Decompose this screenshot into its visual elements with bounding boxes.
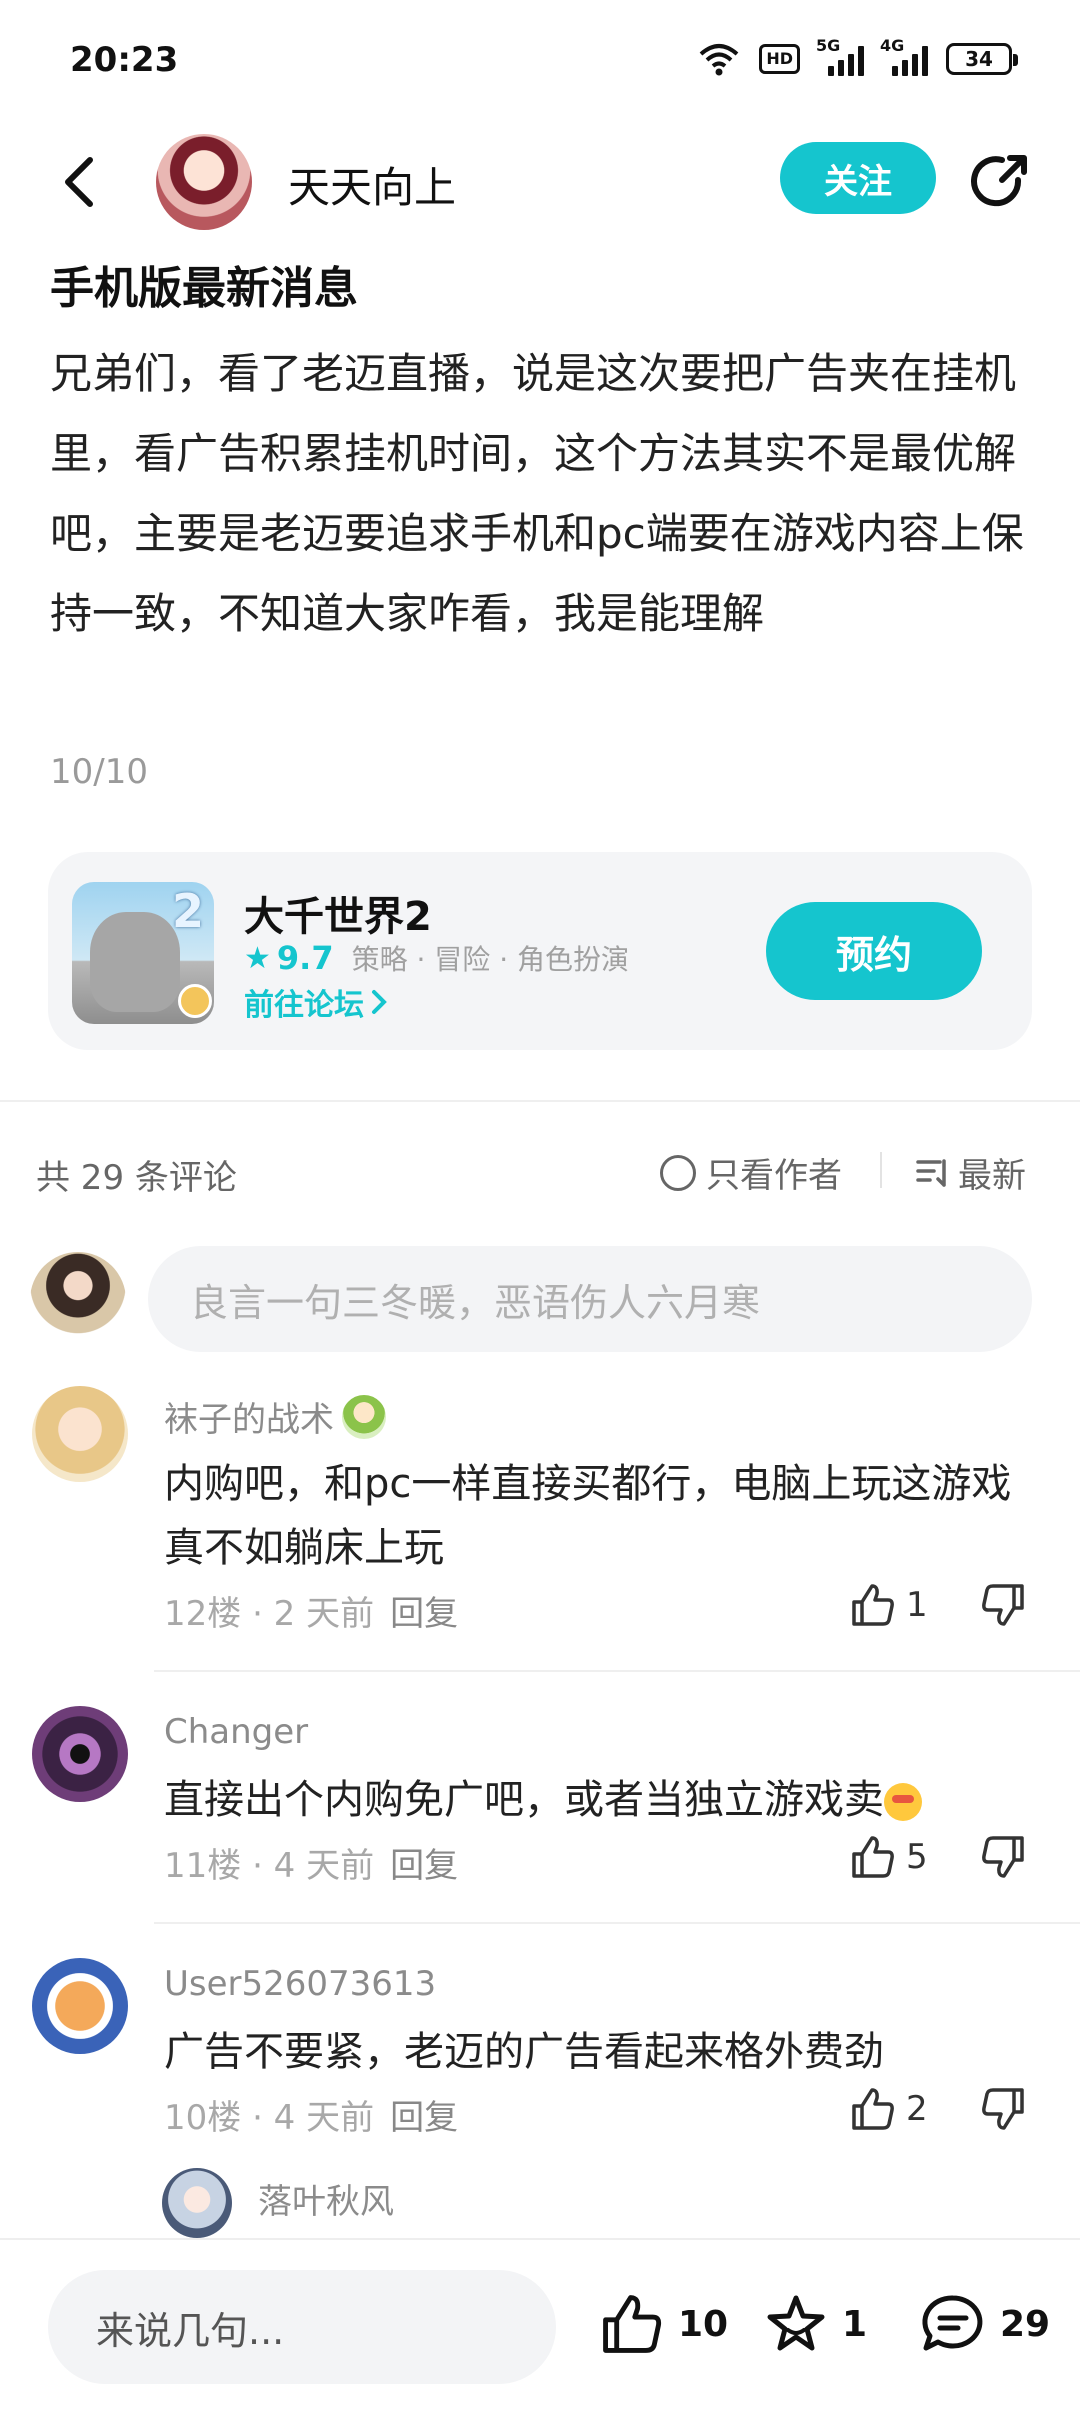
thumbs-up-icon (852, 1584, 894, 1626)
user-badge-icon (342, 1394, 386, 1439)
status-icons: HD 5G 4G 34 (697, 36, 1018, 76)
game-rating-row: ★ 9.7 策略 · 冒险 · 角色扮演 (244, 938, 629, 978)
game-name[interactable]: 大千世界2 (244, 884, 432, 942)
battery-icon: 34 (946, 43, 1018, 75)
radio-circle-icon (660, 1154, 696, 1191)
like-button[interactable]: 2 (850, 2086, 928, 2132)
reply-avatar[interactable] (162, 2168, 232, 2238)
star-outline-icon (767, 2295, 825, 2351)
commenter-avatar[interactable] (32, 1706, 128, 1802)
comment-meta: 10楼 · 4 天前 回复 (164, 2098, 459, 2138)
commenter-name[interactable]: User526073613 (164, 1964, 436, 2004)
chevron-left-icon (65, 157, 93, 207)
reserve-button[interactable]: 预约 (766, 902, 982, 1000)
hd-icon: HD (759, 44, 800, 74)
author-only-label: 只看作者 (706, 1156, 842, 1196)
game-icon[interactable]: 2 (72, 882, 214, 1024)
row-divider (154, 1670, 1080, 1672)
dislike-button[interactable] (980, 2086, 1026, 2136)
commenter-avatar[interactable] (32, 1958, 128, 2054)
sort-label: 最新 (958, 1156, 1026, 1196)
post-like-button[interactable]: 10 (600, 2292, 728, 2356)
thumbs-up-icon (603, 2295, 662, 2353)
share-icon (971, 155, 1027, 207)
follow-button[interactable]: 关注 (780, 142, 936, 214)
post-page-indicator: 10/10 (50, 752, 148, 792)
favorite-button[interactable]: 1 (764, 2292, 867, 2356)
game-card[interactable]: 2 大千世界2 ★ 9.7 策略 · 冒险 · 角色扮演 前往论坛 预约 (48, 852, 1032, 1050)
reply-author-name[interactable]: 落叶秋风 (258, 2174, 394, 2223)
thumbs-down-icon (982, 2088, 1024, 2130)
thumbs-down-icon (982, 1584, 1024, 1626)
chevron-right-icon (372, 990, 387, 1014)
bottom-bar: 来说几句... 10 1 29 (0, 2238, 1080, 2412)
cat-illustration (90, 912, 180, 1012)
section-divider (0, 1100, 1080, 1102)
dislike-button[interactable] (980, 1834, 1026, 1884)
reply-button[interactable]: 回复 (390, 1846, 458, 1886)
thumbs-down-icon (982, 1836, 1024, 1878)
comment-text: 广告不要紧，老迈的广告看起来格外费劲 (164, 2029, 884, 2075)
back-button[interactable] (52, 150, 108, 214)
author-name[interactable]: 天天向上 (288, 154, 456, 215)
game-forum-label: 前往论坛 (244, 988, 364, 1023)
game-forum-link[interactable]: 前往论坛 (244, 980, 388, 1024)
post-body: 兄弟们，看了老迈直播，说是这次要把广告夹在挂机里，看广告积累挂机时间，这个方法其… (50, 349, 1024, 638)
commenter-name[interactable]: Changer (164, 1712, 308, 1752)
comment-text: 直接出个内购免广吧，或者当独立游戏卖 (164, 1768, 1024, 1832)
status-time: 20:23 (70, 40, 179, 80)
sort-icon (916, 1158, 946, 1187)
like-button[interactable]: 5 (850, 1834, 928, 1880)
comment-meta: 12楼 · 2 天前 回复 (164, 1594, 459, 1634)
share-button[interactable] (968, 150, 1032, 214)
sort-button[interactable]: 最新 (916, 1148, 1026, 1197)
vertical-separator (880, 1152, 882, 1188)
signal-4g-icon: 4G (880, 36, 928, 76)
bottom-comment-input[interactable]: 来说几句... (48, 2270, 556, 2384)
reply-button[interactable]: 回复 (390, 2098, 458, 2138)
game-tags: 策略 · 冒险 · 角色扮演 (351, 943, 629, 976)
dislike-button[interactable] (980, 1582, 1026, 1632)
thumbs-up-icon (852, 2088, 894, 2130)
game-icon-number: 2 (171, 884, 204, 938)
my-avatar (30, 1252, 126, 1348)
reply-button[interactable]: 回复 (390, 1594, 458, 1634)
status-bar: 20:23 HD 5G 4G 34 (0, 0, 1080, 124)
commenter-name[interactable]: 袜子的战术 (164, 1392, 386, 1441)
like-button[interactable]: 1 (850, 1582, 928, 1628)
row-divider (154, 1922, 1080, 1924)
badge-icon (178, 984, 212, 1018)
post-title: 手机版最新消息 (50, 263, 358, 314)
post-header: 天天向上 关注 (0, 124, 1080, 238)
comment-bubble-icon (922, 2295, 983, 2351)
comments-count: 共 29 条评论 (36, 1158, 237, 1198)
author-avatar[interactable] (156, 134, 252, 230)
commenter-avatar[interactable] (32, 1386, 128, 1482)
comment-meta: 11楼 · 4 天前 回复 (164, 1846, 459, 1886)
star-icon: ★ (244, 940, 271, 976)
comment-text: 内购吧，和pc一样直接买都行，电脑上玩这游戏真不如躺床上玩 (164, 1461, 1012, 1571)
comments-button[interactable]: 29 (920, 2292, 1050, 2356)
signal-5g-icon: 5G (816, 36, 864, 76)
emoji-icon (884, 1783, 922, 1821)
game-score: 9.7 (276, 939, 334, 977)
comment-input[interactable]: 良言一句三冬暖，恶语伤人六月寒 (148, 1246, 1032, 1352)
wifi-icon (700, 44, 739, 76)
thumbs-up-icon (852, 1836, 894, 1878)
author-only-toggle[interactable]: 只看作者 (660, 1148, 842, 1197)
